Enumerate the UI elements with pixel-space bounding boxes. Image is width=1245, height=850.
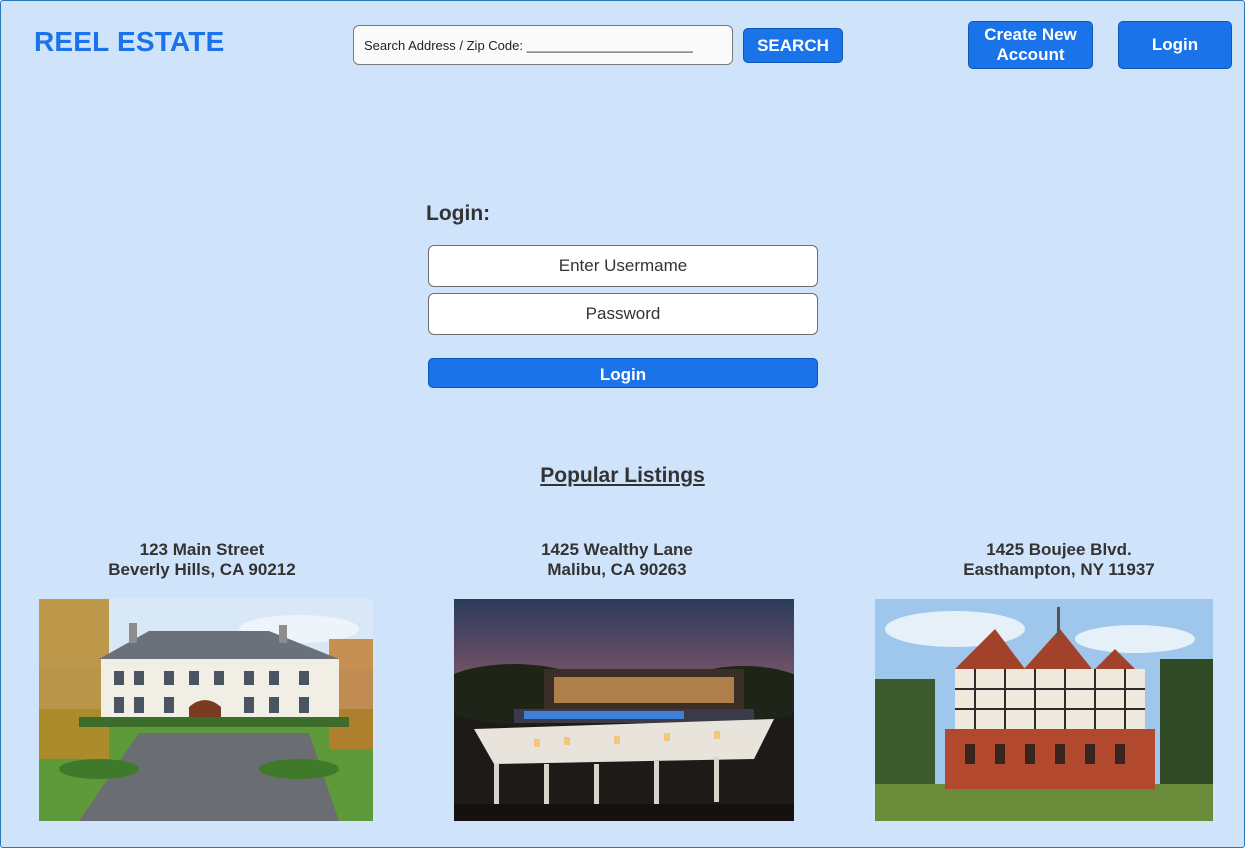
listing-street: 1425 Wealthy Lane <box>541 540 693 559</box>
brand-logo[interactable]: REEL ESTATE <box>34 26 224 58</box>
username-field[interactable]: Enter Usermame <box>428 245 818 287</box>
listing-address-2[interactable]: 1425 Wealthy Lane Malibu, CA 90263 <box>467 540 767 580</box>
listing-city: Malibu, CA 90263 <box>547 560 687 579</box>
listing-city: Easthampton, NY 11937 <box>963 560 1155 579</box>
listing-address-3[interactable]: 1425 Boujee Blvd. Easthampton, NY 11937 <box>909 540 1209 580</box>
header-login-button[interactable]: Login <box>1118 21 1232 69</box>
listing-photo-modern-hillside-home[interactable] <box>454 599 794 821</box>
listing-address-1[interactable]: 123 Main Street Beverly Hills, CA 90212 <box>52 540 352 580</box>
listing-street: 1425 Boujee Blvd. <box>986 540 1132 559</box>
search-button[interactable]: SEARCH <box>743 28 843 63</box>
listing-photo-tudor-brick-mansion[interactable] <box>875 599 1213 821</box>
listing-street: 123 Main Street <box>139 540 265 559</box>
popular-listings-heading: Popular Listings <box>0 464 1245 488</box>
search-input[interactable]: Search Address / Zip Code: _____________… <box>353 25 733 65</box>
popular-listings-title[interactable]: Popular Listings <box>540 464 705 487</box>
create-account-button[interactable]: Create New Account <box>968 21 1093 69</box>
login-heading: Login: <box>426 202 491 225</box>
login-submit-button[interactable]: Login <box>428 358 818 388</box>
password-field[interactable]: Password <box>428 293 818 335</box>
listing-city: Beverly Hills, CA 90212 <box>108 560 296 579</box>
listing-photo-white-mansion[interactable] <box>39 599 373 821</box>
